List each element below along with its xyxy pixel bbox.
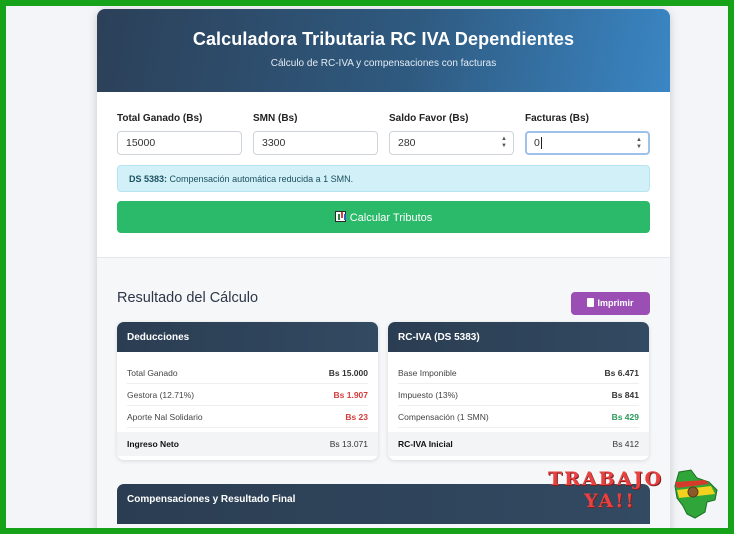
compensaciones-title: Compensaciones y Resultado Final <box>127 494 296 505</box>
deducciones-title: Deducciones <box>117 322 378 352</box>
total-value: Bs 13.071 <box>329 439 368 449</box>
saldo-favor-value: 280 <box>398 137 416 149</box>
calcular-button-label: Calcular Tributos <box>349 212 433 224</box>
rciva-panel: RC-IVA (DS 5383) Base Imponible Bs 6.471 … <box>388 322 649 460</box>
table-row: Gestora (12.71%) Bs 1.907 <box>127 384 368 406</box>
document-icon <box>587 298 595 307</box>
bar-chart-icon <box>334 211 346 222</box>
row-value: Bs 15.000 <box>328 367 368 378</box>
row-value: Bs 23 <box>345 411 368 422</box>
row-value: Bs 6.471 <box>604 367 640 378</box>
calcular-button[interactable]: Calcular Tributos <box>117 201 650 233</box>
total-label: RC-IVA Inicial <box>398 439 453 449</box>
total-ganado-input[interactable]: 15000 <box>117 131 242 155</box>
total-value: Bs 412 <box>612 439 639 449</box>
table-row: Total Ganado Bs 15.000 <box>127 362 368 384</box>
smn-input[interactable]: 3300 <box>253 131 378 155</box>
facturas-input[interactable]: 0 ▲ ▼ <box>525 131 650 155</box>
rciva-title: RC-IVA (DS 5383) <box>388 322 649 352</box>
total-ganado-value: 15000 <box>126 137 156 149</box>
field-total-ganado: Total Ganado (Bs) 15000 <box>117 113 242 155</box>
saldo-favor-input[interactable]: 280 ▲ ▼ <box>389 131 514 155</box>
table-row: Compensación (1 SMN) Bs 429 <box>398 406 639 428</box>
header: Calculadora Tributaria RC IVA Dependient… <box>97 9 670 92</box>
total-label: Ingreso Neto <box>127 439 179 449</box>
results-title: Resultado del Cálculo <box>117 289 259 306</box>
field-saldo-favor: Saldo Favor (Bs) 280 ▲ ▼ <box>389 113 514 155</box>
alert-text: Compensación automática reducida a 1 SMN… <box>167 174 354 184</box>
alert-strong: DS 5383: <box>129 174 168 184</box>
bolivia-map-icon <box>674 469 718 519</box>
row-value: Bs 429 <box>611 411 639 422</box>
total-ganado-label: Total Ganado (Bs) <box>117 113 203 124</box>
facturas-label: Facturas (Bs) <box>525 113 589 124</box>
logo-text-line2: YA!! <box>584 490 636 512</box>
row-label: Base Imponible <box>398 367 457 378</box>
text-cursor <box>540 137 542 149</box>
calculator-card: Calculadora Tributaria RC IVA Dependient… <box>97 9 670 528</box>
smn-value: 3300 <box>262 137 286 149</box>
page-frame: Calculadora Tributaria RC IVA Dependient… <box>0 0 734 534</box>
table-row: Aporte Nal Solidario Bs 23 <box>127 406 368 428</box>
deducciones-panel: Deducciones Total Ganado Bs 15.000 Gestor… <box>117 322 378 460</box>
facturas-value: 0 <box>534 137 540 149</box>
input-form: Total Ganado (Bs) 15000 SMN (Bs) 3300 Sa… <box>97 92 670 258</box>
total-row: Ingreso Neto Bs 13.071 <box>117 432 378 456</box>
row-label: Compensación (1 SMN) <box>398 411 489 422</box>
saldo-favor-label: Saldo Favor (Bs) <box>389 113 469 124</box>
table-row: Base Imponible Bs 6.471 <box>398 362 639 384</box>
print-button[interactable]: Imprimir <box>571 292 650 315</box>
number-spinner-icon[interactable]: ▲ ▼ <box>501 136 507 150</box>
info-alert: DS 5383: Compensación automática reducid… <box>117 165 650 192</box>
row-label: Aporte Nal Solidario <box>127 411 203 422</box>
logo-text-line1: TRABAJO <box>548 468 664 490</box>
table-row: Impuesto (13%) Bs 841 <box>398 384 639 406</box>
row-label: Gestora (12.71%) <box>127 389 195 400</box>
total-row: RC-IVA Inicial Bs 412 <box>388 432 649 456</box>
row-value: Bs 841 <box>611 389 639 400</box>
row-value: Bs 1.907 <box>333 389 369 400</box>
print-button-label: Imprimir <box>597 298 634 308</box>
page-title: Calculadora Tributaria RC IVA Dependient… <box>192 29 575 49</box>
row-label: Total Ganado <box>127 367 178 378</box>
field-smn: SMN (Bs) 3300 <box>253 113 378 155</box>
smn-label: SMN (Bs) <box>253 113 298 124</box>
number-spinner-icon[interactable]: ▲ ▼ <box>636 137 642 151</box>
trabajo-ya-logo: TRABAJO YA!! <box>544 468 724 524</box>
page-subtitle: Cálculo de RC-IVA y compensaciones con f… <box>270 58 497 69</box>
field-facturas: Facturas (Bs) 0 ▲ ▼ <box>525 113 650 155</box>
row-label: Impuesto (13%) <box>398 389 458 400</box>
